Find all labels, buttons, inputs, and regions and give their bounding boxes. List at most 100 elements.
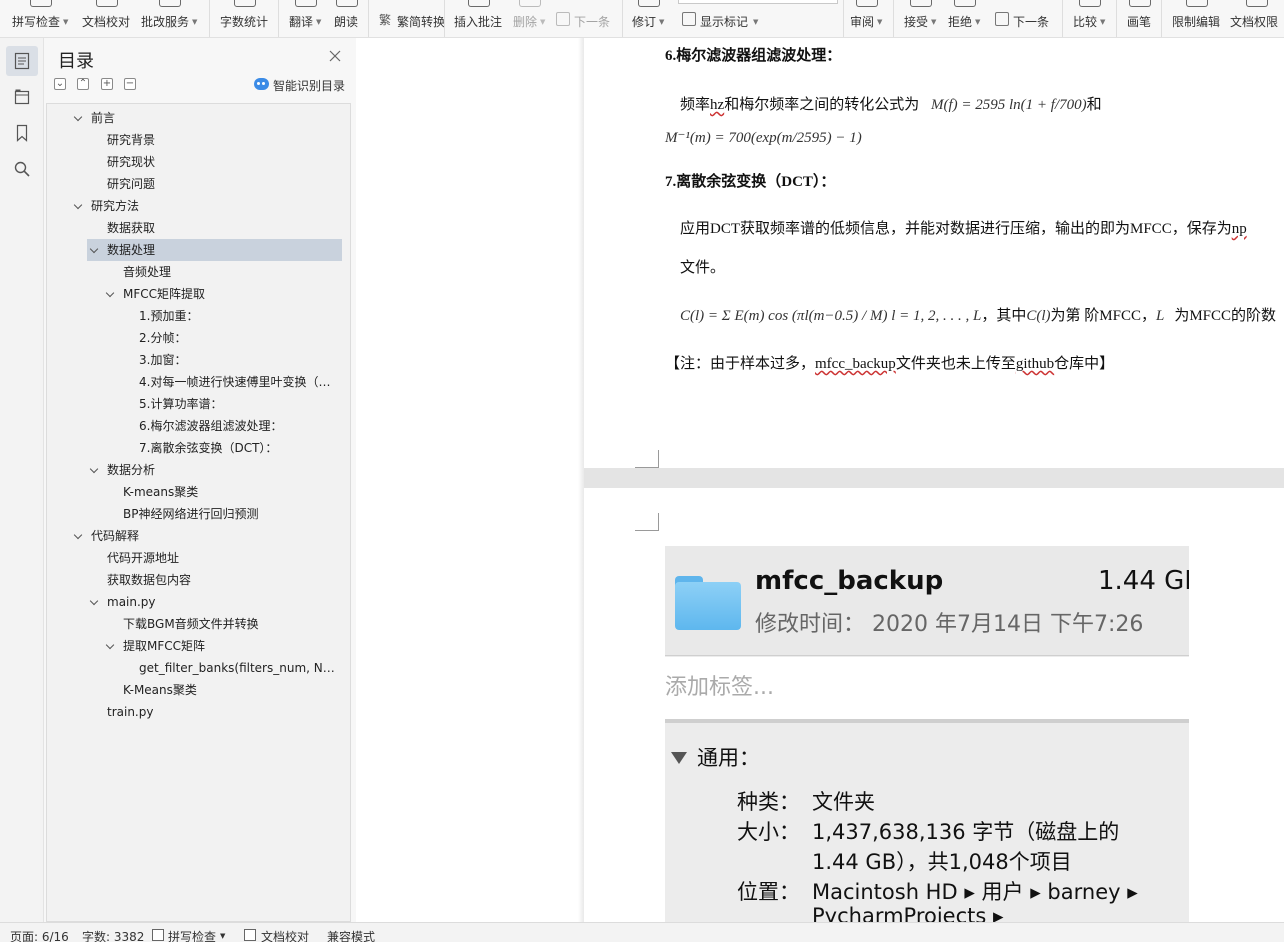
toc-item[interactable]: 研究背景 bbox=[47, 129, 347, 151]
toc-item[interactable]: 6.梅尔滤波器组滤波处理： bbox=[47, 415, 347, 437]
expand-all-button[interactable]: ⌄ bbox=[54, 78, 66, 90]
toc-item-label: 1.预加重： bbox=[139, 309, 199, 323]
toc-item[interactable]: 数据处理 bbox=[87, 239, 342, 261]
insert-comment-button[interactable]: 插入批注 bbox=[454, 0, 504, 37]
chevron-down-icon[interactable] bbox=[73, 530, 83, 540]
toc-item-label: 2.分帧： bbox=[139, 331, 187, 345]
proofread-checkbox[interactable] bbox=[244, 929, 256, 941]
toc-item[interactable]: 提取MFCC矩阵 bbox=[47, 635, 347, 657]
word-count-button[interactable]: 字数统计 bbox=[220, 0, 270, 37]
toc-item-label: 数据处理 bbox=[107, 243, 156, 257]
toc-item[interactable]: MFCC矩阵提取 bbox=[47, 283, 347, 305]
chevron-down-icon: ▼ bbox=[659, 18, 665, 26]
chevron-down-icon[interactable] bbox=[73, 200, 83, 210]
toc-item[interactable]: K-Means聚类 bbox=[47, 679, 347, 701]
chevron-down-icon[interactable] bbox=[73, 112, 83, 122]
remove-heading-button[interactable]: − bbox=[124, 78, 136, 90]
show-markup-icon bbox=[682, 12, 696, 26]
toc-item[interactable]: 下载BGM音频文件并转换 bbox=[47, 613, 347, 635]
pen-button[interactable]: 画笔 bbox=[1127, 0, 1153, 37]
convert-chinese-button[interactable]: 繁繁简转换 bbox=[379, 0, 445, 37]
toc-panel-button[interactable] bbox=[6, 46, 38, 76]
toc-item[interactable]: 1.预加重： bbox=[47, 305, 347, 327]
toc-item[interactable]: main.py bbox=[47, 591, 347, 613]
toc-item[interactable]: 研究问题 bbox=[47, 173, 347, 195]
chevron-down-icon[interactable] bbox=[89, 464, 99, 474]
general-section-title: 通用： bbox=[697, 746, 760, 770]
toc-icon bbox=[14, 52, 30, 70]
restrict-editing-button[interactable]: 限制编辑 bbox=[1172, 0, 1222, 37]
spell-check-button[interactable]: 拼写检查 ▼ bbox=[12, 0, 70, 37]
note-paragraph: 【注：由于样本过多，mfcc_backup文件夹也未上传至github仓库中】 bbox=[665, 356, 1115, 372]
review-button[interactable]: 审阅 ▼ bbox=[850, 0, 884, 37]
toc-item[interactable]: 3.加窗： bbox=[47, 349, 347, 371]
chevron-down-icon[interactable] bbox=[105, 640, 115, 650]
track-changes-button[interactable]: 修订 ▼ bbox=[632, 0, 666, 37]
toc-item[interactable]: train.py bbox=[47, 701, 347, 723]
spell-check-checkbox[interactable] bbox=[152, 929, 164, 941]
word-count[interactable]: 字数: 3382 bbox=[82, 928, 144, 942]
paragraph-dct-line2: 文件。 bbox=[680, 260, 726, 276]
next-comment-button[interactable]: 下一条 bbox=[556, 0, 614, 37]
next-change-button[interactable]: 下一条 bbox=[995, 0, 1053, 37]
spell-check-status[interactable]: 拼写检查 bbox=[168, 928, 216, 942]
divider bbox=[1062, 0, 1063, 37]
toc-item[interactable]: BP神经网络进行回归预测 bbox=[47, 503, 347, 525]
toc-item[interactable]: 2.分帧： bbox=[47, 327, 347, 349]
formula-inverse-mel: M⁻¹(m) = 700(exp(m/2595) − 1) bbox=[665, 130, 862, 146]
close-icon[interactable] bbox=[327, 48, 343, 64]
toc-item-label: 研究现状 bbox=[107, 155, 156, 169]
compare-button[interactable]: 比较 ▼ bbox=[1073, 0, 1107, 37]
chevron-down-icon: ▼ bbox=[975, 18, 981, 26]
modified-time: 修改时间： 2020 年7月14日 下午7:26 bbox=[755, 612, 1144, 637]
document-page-7[interactable]: mfcc_backup 1.44 GB 修改时间： 2020 年7月14日 下午… bbox=[584, 488, 1284, 922]
chevron-down-icon[interactable] bbox=[89, 244, 99, 254]
toc-item[interactable]: 前言 bbox=[47, 107, 347, 129]
chapter-nav-button[interactable] bbox=[6, 82, 38, 112]
toc-item[interactable]: 获取数据包内容 bbox=[47, 569, 347, 591]
toc-item[interactable]: 数据分析 bbox=[47, 459, 347, 481]
toc-item[interactable]: 代码解释 bbox=[47, 525, 347, 547]
proofread-status[interactable]: 文档校对 bbox=[261, 928, 309, 942]
toc-item-label: 代码解释 bbox=[91, 529, 140, 543]
paragraph-dct-formula: C(l) = Σ E(m) cos (πl(m−0.5) / M) l = 1,… bbox=[680, 308, 1277, 324]
add-heading-button[interactable]: + bbox=[101, 78, 113, 90]
chevron-down-icon[interactable] bbox=[105, 288, 115, 298]
correction-service-button[interactable]: 批改服务 ▼ bbox=[141, 0, 199, 37]
toc-item[interactable]: 7.离散余弦变换（DCT）： bbox=[47, 437, 347, 459]
markup-mode-select[interactable] bbox=[678, 0, 838, 4]
toc-item[interactable]: get_filter_banks(filters_num, NFFT, rate… bbox=[47, 657, 347, 679]
search-button[interactable] bbox=[6, 154, 38, 184]
toc-item[interactable]: 代码开源地址 bbox=[47, 547, 347, 569]
collapse-all-button[interactable]: ⌃ bbox=[77, 78, 89, 90]
doc-permission-button[interactable]: 文档权限 bbox=[1230, 0, 1284, 37]
bookmark-button[interactable] bbox=[6, 118, 38, 148]
reject-button[interactable]: 拒绝 ▼ bbox=[948, 0, 982, 37]
delete-comment-icon bbox=[519, 0, 541, 7]
document-page-6[interactable]: 6.梅尔滤波器组滤波处理： 频率hz和梅尔频率之间的转化公式为 M(f) = 2… bbox=[584, 38, 1284, 468]
toc-item[interactable]: 5.计算功率谱： bbox=[47, 393, 347, 415]
bookmark-icon bbox=[16, 124, 28, 142]
chevron-down-icon[interactable]: ▼ bbox=[220, 932, 225, 940]
divider bbox=[444, 0, 445, 37]
toc-item[interactable]: 音频处理 bbox=[47, 261, 347, 283]
reject-icon bbox=[954, 0, 976, 7]
folder-name: mfcc_backup bbox=[755, 566, 944, 596]
doc-proofread-button[interactable]: 文档校对 bbox=[82, 0, 132, 37]
chevron-down-icon[interactable] bbox=[89, 596, 99, 606]
accept-button[interactable]: 接受 ▼ bbox=[904, 0, 938, 37]
show-markup-button[interactable]: 显示标记 ▼ bbox=[682, 0, 762, 37]
doc-permission-icon bbox=[1246, 0, 1268, 7]
toc-item[interactable]: 研究方法 bbox=[47, 195, 347, 217]
embedded-screenshot-finder-info[interactable]: mfcc_backup 1.44 GB 修改时间： 2020 年7月14日 下午… bbox=[665, 546, 1189, 922]
read-aloud-button[interactable]: 朗读 bbox=[334, 0, 360, 37]
delete-comment-button[interactable]: 删除 ▼ bbox=[513, 0, 547, 37]
chevron-up-icon: ⌃ bbox=[78, 78, 88, 89]
translate-button[interactable]: 翻译 ▼ bbox=[289, 0, 323, 37]
toc-item[interactable]: K-means聚类 bbox=[47, 481, 347, 503]
toc-item-label: MFCC矩阵提取 bbox=[123, 287, 206, 301]
toc-item[interactable]: 数据获取 bbox=[47, 217, 347, 239]
toc-item[interactable]: 研究现状 bbox=[47, 151, 347, 173]
page-indicator[interactable]: 页面: 6/16 bbox=[10, 928, 69, 942]
toc-item[interactable]: 4.对每一帧进行快速傅里叶变换（FFT）： bbox=[47, 371, 347, 393]
